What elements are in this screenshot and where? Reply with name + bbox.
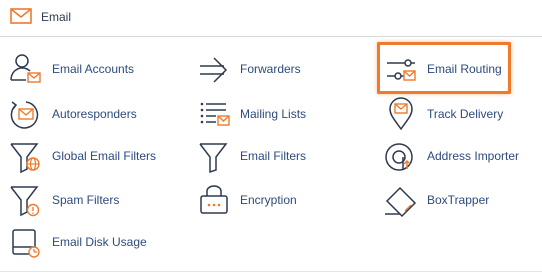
encryption-link[interactable]: Encryption: [196, 181, 366, 221]
encryption-icon: [196, 183, 232, 219]
email-disk-usage-label: Email Disk Usage: [52, 235, 147, 249]
boxtrapper-link[interactable]: BoxTrapper: [383, 181, 533, 221]
forwarders-icon: [196, 52, 232, 88]
autoresponders-link[interactable]: Autoresponders: [8, 95, 178, 135]
autoresponders-icon: [8, 97, 44, 133]
email-filters-label: Email Filters: [240, 149, 307, 163]
encryption-label: Encryption: [240, 193, 297, 207]
spam-filters-icon: [8, 183, 44, 219]
email-routing-highlight-box: [377, 42, 511, 94]
spam-filters-label: Spam Filters: [52, 193, 120, 207]
email-filters-icon: [196, 139, 232, 175]
mailing-lists-icon: [196, 97, 232, 133]
email-accounts-icon: [8, 52, 44, 88]
boxtrapper-label: BoxTrapper: [427, 193, 490, 207]
email-disk-usage-link[interactable]: Email Disk Usage: [8, 223, 178, 263]
track-delivery-label: Track Delivery: [427, 107, 504, 121]
global-email-filters-icon: [8, 139, 44, 175]
section-header[interactable]: Email: [0, 0, 542, 37]
envelope-icon: [10, 8, 32, 24]
mailing-lists-label: Mailing Lists: [240, 107, 307, 121]
boxtrapper-icon: [383, 183, 419, 219]
section-bottom-divider: [0, 271, 542, 272]
email-accounts-link[interactable]: Email Accounts: [8, 50, 178, 90]
address-importer-link[interactable]: Address Importer: [383, 137, 533, 177]
address-importer-icon: [383, 139, 419, 175]
spam-filters-link[interactable]: Spam Filters: [8, 181, 178, 221]
forwarders-label: Forwarders: [240, 62, 301, 76]
autoresponders-label: Autoresponders: [52, 107, 137, 121]
section-title: Email: [41, 10, 72, 24]
global-email-filters-label: Global Email Filters: [52, 149, 157, 163]
global-email-filters-link[interactable]: Global Email Filters: [8, 137, 178, 177]
address-importer-label: Address Importer: [427, 149, 520, 163]
track-delivery-link[interactable]: Track Delivery: [383, 95, 533, 135]
email-disk-usage-icon: [8, 225, 44, 261]
forwarders-link[interactable]: Forwarders: [196, 50, 366, 90]
email-filters-link[interactable]: Email Filters: [196, 137, 366, 177]
email-accounts-label: Email Accounts: [52, 62, 135, 76]
track-delivery-icon: [383, 97, 419, 133]
mailing-lists-link[interactable]: Mailing Lists: [196, 95, 366, 135]
